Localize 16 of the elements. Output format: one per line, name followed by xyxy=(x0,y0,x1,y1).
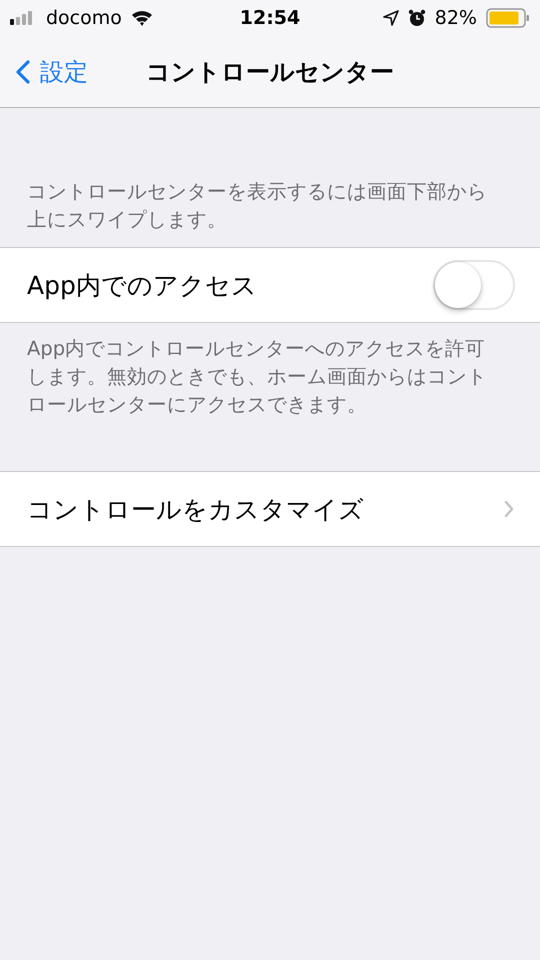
status-time: 12:54 xyxy=(240,7,300,29)
battery-icon xyxy=(486,8,530,28)
wifi-icon xyxy=(130,9,154,27)
setting-label: App内でのアクセス xyxy=(27,270,257,302)
toggle-switch[interactable] xyxy=(433,260,515,310)
alarm-clock-icon xyxy=(408,9,426,27)
carrier-name: docomo xyxy=(46,7,122,29)
battery-percent: 82% xyxy=(434,7,477,29)
back-button[interactable]: 設定 xyxy=(0,56,88,88)
settings-row[interactable]: コントロールをカスタマイズ xyxy=(0,472,540,546)
page-title: コントロールセンター xyxy=(146,56,394,88)
chevron-right-icon xyxy=(504,500,514,518)
section-footer: App内でコントロールセンターへのアクセスを許可します。無効のときでも、ホーム画面からはコントロールセンターにアクセスできます。 xyxy=(0,323,540,419)
back-chevron-icon xyxy=(16,60,30,84)
section-header: コントロールセンターを表示するには画面下部から上にスワイプします。 xyxy=(26,179,488,233)
location-arrow-icon xyxy=(382,10,399,26)
